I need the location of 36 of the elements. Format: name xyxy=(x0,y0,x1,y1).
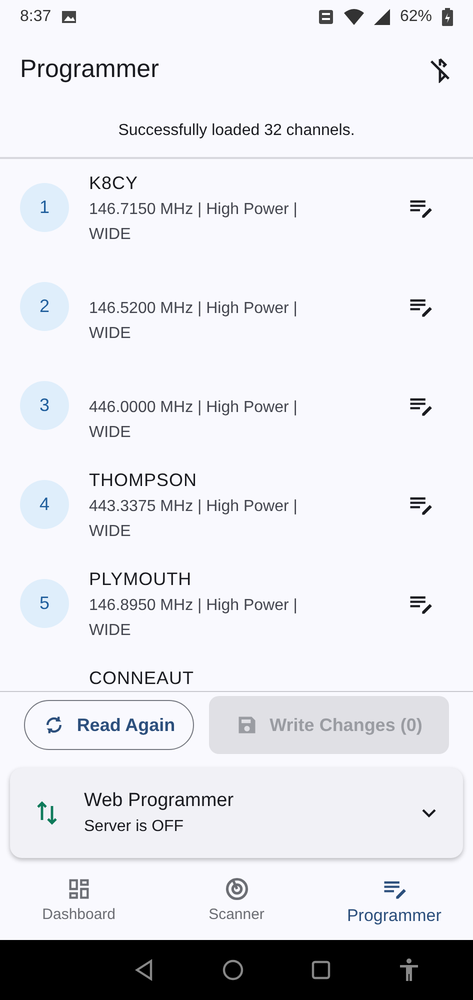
channel-number: 4 xyxy=(20,480,69,529)
channel-number: 3 xyxy=(20,380,69,430)
channel-name: CONNEAUT xyxy=(89,668,194,688)
card-title: Web Programmer xyxy=(84,790,235,812)
swap-vertical-icon xyxy=(36,800,58,826)
channel-details: 146.7150 MHz | High Power | WIDE xyxy=(89,200,298,245)
page-title: Programmer xyxy=(20,55,160,84)
status-message: Successfully loaded 32 channels. xyxy=(0,104,473,159)
channel-details: 443.3375 MHz | High Power | WIDE xyxy=(89,496,298,542)
home-icon[interactable] xyxy=(222,959,244,982)
image-icon xyxy=(61,9,78,26)
status-time: 8:37 xyxy=(20,8,52,26)
read-again-button[interactable]: Read Again xyxy=(24,700,194,750)
channel-number: 2 xyxy=(20,282,69,331)
back-icon[interactable] xyxy=(134,959,154,982)
accessibility-icon[interactable] xyxy=(399,958,420,982)
nav-tab[interactable]: Programmer xyxy=(315,868,473,940)
nav-tab[interactable]: Dashboard xyxy=(0,868,158,940)
channel-number: 1 xyxy=(20,182,69,232)
channel-details: 146.8950 MHz | High Power | WIDE xyxy=(89,596,298,641)
channel-details: 146.5200 MHz | High Power | WIDE xyxy=(89,298,298,344)
channel-name: THOMPSON xyxy=(89,470,198,490)
web-programmer-card[interactable]: Web Programmer Server is OFF xyxy=(10,768,463,858)
channel-number: 5 xyxy=(20,578,69,628)
channel-details: 446.0000 MHz | High Power | WIDE xyxy=(89,398,298,443)
recents-icon[interactable] xyxy=(311,960,332,980)
radar-icon xyxy=(224,876,250,902)
channel-name: PLYMOUTH xyxy=(89,568,192,589)
battery-percent: 62% xyxy=(400,8,432,26)
signal-icon xyxy=(374,9,390,26)
battery-icon xyxy=(442,8,453,26)
volte-icon xyxy=(318,9,334,26)
server-status: Server is OFF xyxy=(84,818,185,836)
nav-tab[interactable]: Scanner xyxy=(158,868,316,940)
wifi-icon xyxy=(344,9,364,26)
channel-name: K8CY xyxy=(89,172,138,193)
